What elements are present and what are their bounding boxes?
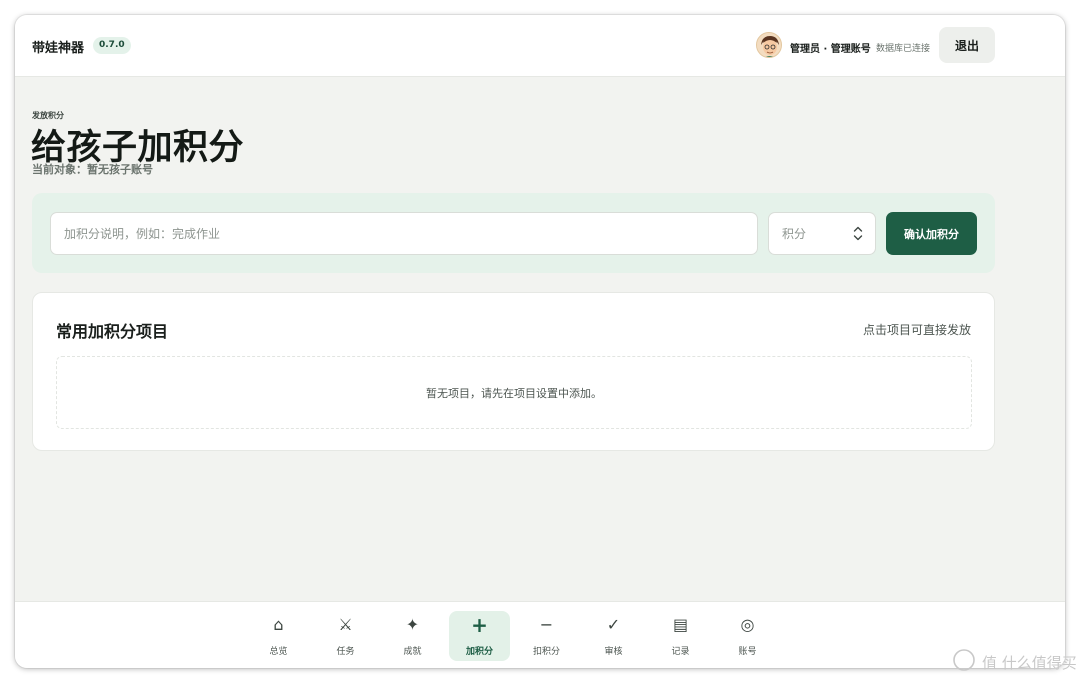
- nav-label: 记录: [671, 647, 690, 657]
- nav-item-tasks[interactable]: ⚔ 任务: [315, 611, 376, 661]
- nav-item-deduct-points[interactable]: − 扣积分: [516, 611, 577, 661]
- nav-item-review[interactable]: ✓ 审核: [583, 611, 644, 661]
- nav-item-add-points[interactable]: + 加积分: [449, 611, 510, 661]
- nav-item-overview[interactable]: ⌂ 总览: [248, 611, 309, 661]
- common-items-card: 常用加积分项目 点击项目可直接发放 暂无项目，请先在项目设置中添加。: [32, 292, 995, 451]
- sparkle-icon: ✦: [405, 615, 420, 634]
- avatar[interactable]: [756, 32, 782, 58]
- nav-label: 总览: [269, 647, 288, 657]
- avatar-face-icon: [757, 33, 781, 57]
- nav-label: 任务: [336, 647, 355, 657]
- db-status: 数据库已连接: [876, 44, 931, 54]
- nav-item-account[interactable]: ◎ 账号: [717, 611, 778, 661]
- account-icon: ◎: [740, 615, 755, 634]
- current-target-text: 当前对象：暂无孩子账号: [32, 163, 153, 176]
- common-items-title: 常用加积分项目: [56, 322, 169, 341]
- nav-label: 审核: [604, 647, 623, 657]
- minus-icon: −: [539, 615, 554, 634]
- nav-label: 加积分: [465, 647, 493, 657]
- list-icon: ▤: [672, 615, 689, 634]
- confirm-add-points-button[interactable]: 确认加积分: [886, 212, 977, 255]
- app-window: 带娃神器 0.7.0 管理员 · 管理账号 数据库已连接 退出 发放积分 给孩子…: [15, 15, 1065, 668]
- nav-label: 成就: [403, 647, 422, 657]
- common-items-hint: 点击项目可直接发放: [862, 323, 971, 337]
- top-bar: 带娃神器 0.7.0 管理员 · 管理账号 数据库已连接 退出: [15, 15, 1065, 77]
- user-label: 管理员 · 管理账号: [790, 44, 871, 55]
- nav-label: 账号: [738, 647, 757, 657]
- watermark-logo-icon: [953, 649, 975, 671]
- empty-state-text: 暂无项目，请先在项目设置中添加。: [426, 387, 602, 400]
- plus-icon: +: [471, 613, 488, 637]
- add-points-form: 确认加积分: [32, 193, 995, 273]
- stepper-arrows-icon[interactable]: [853, 225, 863, 242]
- description-input[interactable]: [50, 212, 758, 255]
- app-title: 带娃神器: [32, 41, 85, 56]
- check-icon: ✓: [606, 615, 621, 634]
- logout-button[interactable]: 退出: [939, 27, 995, 63]
- version-badge: 0.7.0: [93, 37, 131, 54]
- home-icon: ⌂: [273, 615, 284, 634]
- nav-label: 扣积分: [532, 647, 560, 657]
- swords-icon: ⚔: [338, 615, 353, 634]
- empty-state: 暂无项目，请先在项目设置中添加。: [56, 356, 972, 429]
- nav-item-records[interactable]: ▤ 记录: [650, 611, 711, 661]
- nav-item-achievements[interactable]: ✦ 成就: [382, 611, 443, 661]
- points-input[interactable]: [769, 213, 849, 254]
- bottom-nav: ⌂ 总览 ⚔ 任务 ✦ 成就 + 加积分 − 扣积分 ✓ 审核 ▤ 记录 ◎ 账: [15, 601, 1065, 668]
- watermark-text: 值 什么值得买: [982, 654, 1077, 672]
- points-field[interactable]: [768, 212, 876, 255]
